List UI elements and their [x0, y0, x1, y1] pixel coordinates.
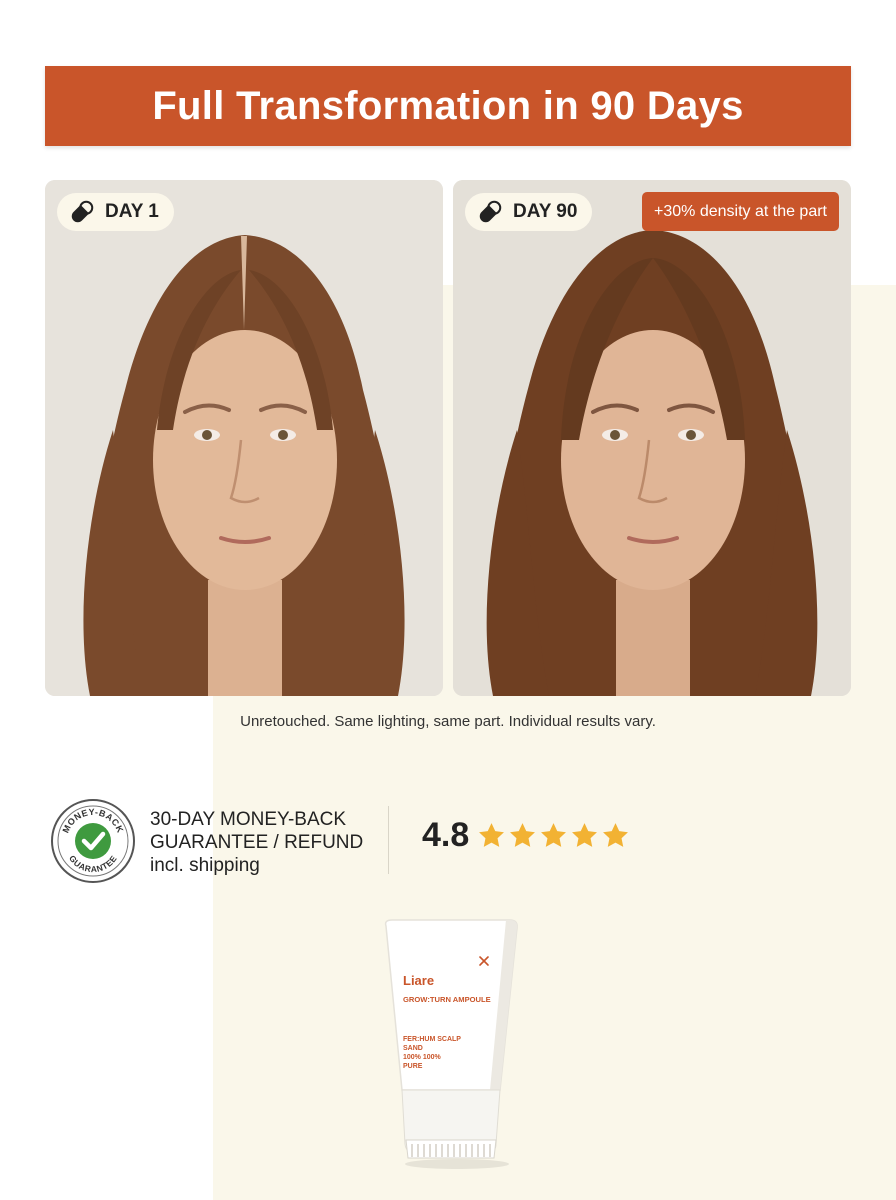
product-brand: Liare	[403, 973, 434, 988]
product-name: GROW:TURN AMPOULE	[403, 995, 491, 1004]
day-1-text: DAY 1	[105, 201, 159, 222]
guarantee-text: 30-DAY MONEY-BACK GUARANTEE / REFUND inc…	[150, 808, 363, 877]
star-icon	[479, 823, 505, 847]
capsule-icon	[479, 200, 502, 223]
after-photo: DAY 90 +30% density at the part	[453, 180, 851, 696]
before-photo: DAY 1	[45, 180, 443, 696]
guarantee-line-1: 30-DAY MONEY-BACK	[150, 809, 347, 830]
product-desc-line-2: SAND	[403, 1045, 423, 1052]
page-title: Full Transformation in 90 Days	[152, 83, 744, 128]
day-90-label: DAY 90	[465, 193, 593, 231]
day-90-text: DAY 90	[513, 201, 578, 222]
rating-value: 4.8	[422, 816, 470, 854]
star-icon	[541, 823, 567, 847]
before-portrait	[45, 180, 443, 696]
density-result-badge: +30% density at the part	[642, 192, 839, 231]
guarantee-line-3: incl. shipping	[150, 855, 260, 876]
star-icon	[510, 823, 536, 847]
product-desc-line-3: 100% 100%	[403, 1054, 442, 1061]
capsule-icon	[71, 200, 94, 223]
star-icon	[603, 823, 629, 847]
product-desc-line-1: FER:HUM SCALP	[403, 1036, 461, 1043]
star-rating	[477, 821, 630, 850]
money-back-seal: MONEY-BACK GUARANTEE	[51, 799, 135, 883]
after-portrait	[453, 180, 851, 696]
star-icon	[572, 823, 598, 847]
check-icon	[75, 823, 111, 859]
divider	[388, 806, 389, 874]
results-disclaimer: Unretouched. Same lighting, same part. I…	[240, 713, 656, 730]
guarantee-line-2: GUARANTEE / REFUND	[150, 832, 364, 853]
product-desc-line-4: PURE	[403, 1063, 423, 1070]
headline-banner: Full Transformation in 90 Days	[45, 66, 851, 146]
rating: 4.8	[422, 816, 630, 855]
day-1-label: DAY 1	[57, 193, 174, 231]
product-tube: Liare GROW:TURN AMPOULE FER:HUM SCALP SA…	[384, 919, 518, 1169]
